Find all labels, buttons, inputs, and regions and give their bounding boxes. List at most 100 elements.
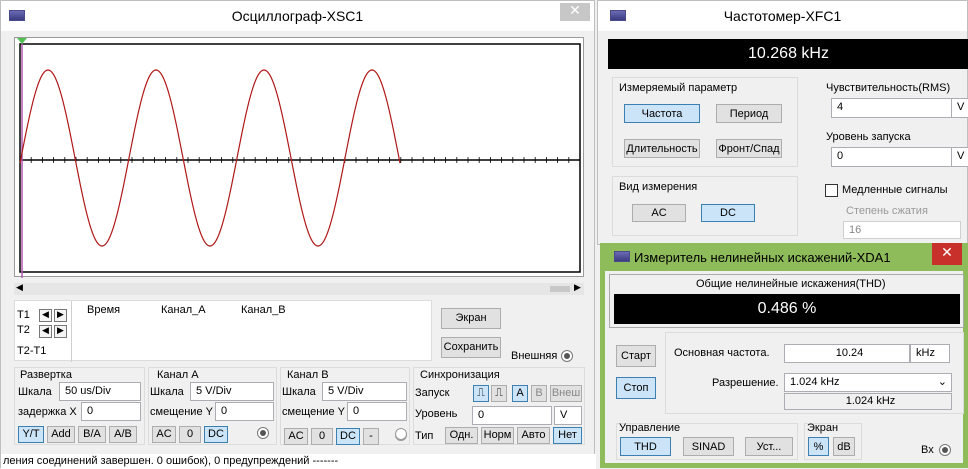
trigger-group: Синхронизация Запуск ⎍ ⎍ A B Внеш Уровен… (413, 367, 585, 445)
status-text: ления соединений завершен. 0 ошибок), 0 … (3, 455, 339, 467)
freq-ac-button[interactable]: AC (632, 204, 686, 222)
save-button[interactable]: Сохранить (441, 337, 501, 358)
col-time-header: Время (87, 304, 121, 316)
falling-edge-icon[interactable]: ⎍ (491, 385, 507, 402)
rising-edge-icon[interactable]: ⎍ (473, 385, 489, 402)
control-group: Управление THD SINAD Уст... (616, 422, 798, 460)
t2-label: T2 (17, 324, 30, 336)
timebase-scale-field[interactable]: 50 us/Div (59, 382, 141, 401)
resolution-display: 1.024 kHz (784, 393, 952, 410)
channel-a-ac-button[interactable]: AC (152, 426, 176, 443)
trigger-auto-button[interactable]: Авто (517, 427, 550, 444)
external-radio[interactable] (561, 350, 573, 362)
channel-a-scale-field[interactable]: 5 V/Div (190, 382, 274, 401)
control-title: Управление (619, 422, 681, 434)
sinad-button[interactable]: SINAD (683, 437, 734, 456)
channel-b-minus-button[interactable]: - (363, 428, 379, 445)
edge-button[interactable]: Фронт/Спад (716, 139, 782, 158)
channel-b-offset-label: смещение Y (282, 406, 345, 418)
percent-button[interactable]: % (808, 437, 829, 456)
sensitivity-field[interactable]: 4 (831, 98, 953, 118)
channel-b-scale-field[interactable]: 5 V/Div (322, 382, 407, 401)
frequency-button[interactable]: Частота (624, 104, 700, 123)
trigger-a-button[interactable]: A (512, 385, 528, 402)
freq-title: Частотомер-XFC1 (723, 8, 842, 24)
osc-close-button[interactable]: ✕ (560, 3, 590, 21)
ab-button[interactable]: A/B (109, 426, 137, 443)
channel-b-ac-button[interactable]: AC (284, 428, 308, 445)
measurement-mode-title: Вид измерения (619, 181, 698, 193)
channel-b-offset-field[interactable]: 0 (347, 402, 407, 421)
external-label: Внешняя (511, 350, 558, 362)
delay-x-field[interactable]: 0 (81, 402, 141, 421)
t1-right-arrow-icon[interactable]: ▶ (54, 309, 67, 322)
trigger-ext-button[interactable]: Внеш (550, 385, 582, 402)
channel-a-radio[interactable] (257, 427, 269, 439)
trigger-normal-button[interactable]: Норм (481, 427, 514, 444)
channel-b-zero-button[interactable]: 0 (311, 428, 333, 445)
cursor-t1-marker (17, 38, 27, 44)
channel-a-dc-button[interactable]: DC (204, 426, 228, 443)
start-button[interactable]: Старт (616, 345, 656, 367)
trigger-level-unit[interactable]: V (951, 147, 968, 167)
params-group: Основная частота. 10.24 kHz Разрешение. … (665, 332, 964, 414)
sensitivity-unit[interactable]: V (951, 98, 968, 118)
settings-button[interactable]: Уст... (745, 437, 793, 456)
channel-b-group: Канал B Шкала 5 V/Div смещение Y 0 AC 0 … (280, 367, 410, 445)
yt-button[interactable]: Y/T (18, 426, 44, 443)
trigger-level-field[interactable]: 0 (831, 147, 953, 167)
t1-left-arrow-icon[interactable]: ◀ (39, 309, 52, 322)
timebase-group: Развертка Шкала 50 us/Div задержка X 0 Y… (14, 367, 145, 445)
osc-scrollbar[interactable]: ◀ ▶ (14, 282, 584, 295)
slow-signals-checkbox[interactable] (825, 184, 838, 197)
trigger-none-button[interactable]: Нет (553, 427, 582, 444)
timebase-scale-label: Шкала (18, 386, 52, 398)
timebase-title: Развертка (20, 369, 72, 381)
add-button[interactable]: Add (47, 426, 75, 443)
compression-field[interactable]: 16 (843, 221, 961, 239)
period-button[interactable]: Период (716, 104, 782, 123)
ba-button[interactable]: B/A (78, 426, 106, 443)
slow-signals-label: Медленные сигналы (842, 184, 948, 196)
channel-a-offset-field[interactable]: 0 (215, 402, 274, 421)
osc-titlebar: Осциллограф-XSC1 ✕ (1, 1, 594, 31)
osc-title: Осциллограф-XSC1 (231, 8, 364, 24)
scroll-right-icon[interactable]: ▶ (574, 282, 581, 293)
fundamental-frequency-label: Основная частота. (674, 347, 770, 359)
trigger-title: Синхронизация (420, 369, 500, 381)
channel-a-group: Канал A Шкала 5 V/Div смещение Y 0 AC 0 … (148, 367, 277, 445)
channel-b-dc-button[interactable]: DC (336, 428, 360, 445)
t1-label: T1 (17, 309, 30, 321)
frequency-counter-window: Частотомер-XFC1 10.268 kHz Измеряемый па… (597, 0, 968, 245)
channel-a-zero-button[interactable]: 0 (179, 426, 201, 443)
trigger-radio[interactable] (395, 428, 407, 440)
trigger-b-button[interactable]: B (531, 385, 547, 402)
t2-right-arrow-icon[interactable]: ▶ (54, 325, 67, 338)
resolution-select[interactable]: 1.024 kHz ⌄ (784, 373, 952, 392)
trigger-level-unit[interactable]: V (554, 406, 582, 425)
distortion-analyzer-window: Измеритель нелинейных искажений-XDA1 ✕ О… (600, 243, 968, 468)
osc-screen (14, 37, 584, 278)
trigger-level-field[interactable]: 0 (472, 406, 552, 425)
fundamental-frequency-unit[interactable]: kHz (910, 344, 950, 363)
thd-display: 0.486 % (614, 294, 960, 324)
trigger-start-label: Запуск (415, 387, 450, 399)
fundamental-frequency-field[interactable]: 10.24 (784, 344, 910, 363)
trigger-single-button[interactable]: Одн. (445, 427, 478, 444)
channel-a-offset-label: смещение Y (150, 406, 213, 418)
thd-display-group: Общие нелинейные искажения(THD) 0.486 % (609, 274, 964, 328)
dist-close-button[interactable]: ✕ (932, 243, 962, 265)
scroll-left-icon[interactable]: ◀ (16, 282, 23, 293)
input-radio[interactable] (939, 444, 951, 456)
thd-button[interactable]: THD (620, 437, 671, 456)
screen-button[interactable]: Экран (441, 308, 501, 329)
oscilloscope-window: Осциллограф-XSC1 ✕ ◀ ▶ T1 ◀ ▶ T2 ◀ ▶ T2-… (0, 0, 596, 469)
t2-left-arrow-icon[interactable]: ◀ (39, 325, 52, 338)
stop-button[interactable]: Стоп (616, 377, 656, 399)
scroll-thumb[interactable] (550, 286, 570, 292)
freq-dc-button[interactable]: DC (701, 204, 755, 222)
frequency-display: 10.268 kHz (608, 39, 968, 69)
duration-button[interactable]: Длительность (624, 139, 700, 158)
db-button[interactable]: dB (833, 437, 855, 456)
freq-titlebar: Частотомер-XFC1 (598, 1, 967, 31)
